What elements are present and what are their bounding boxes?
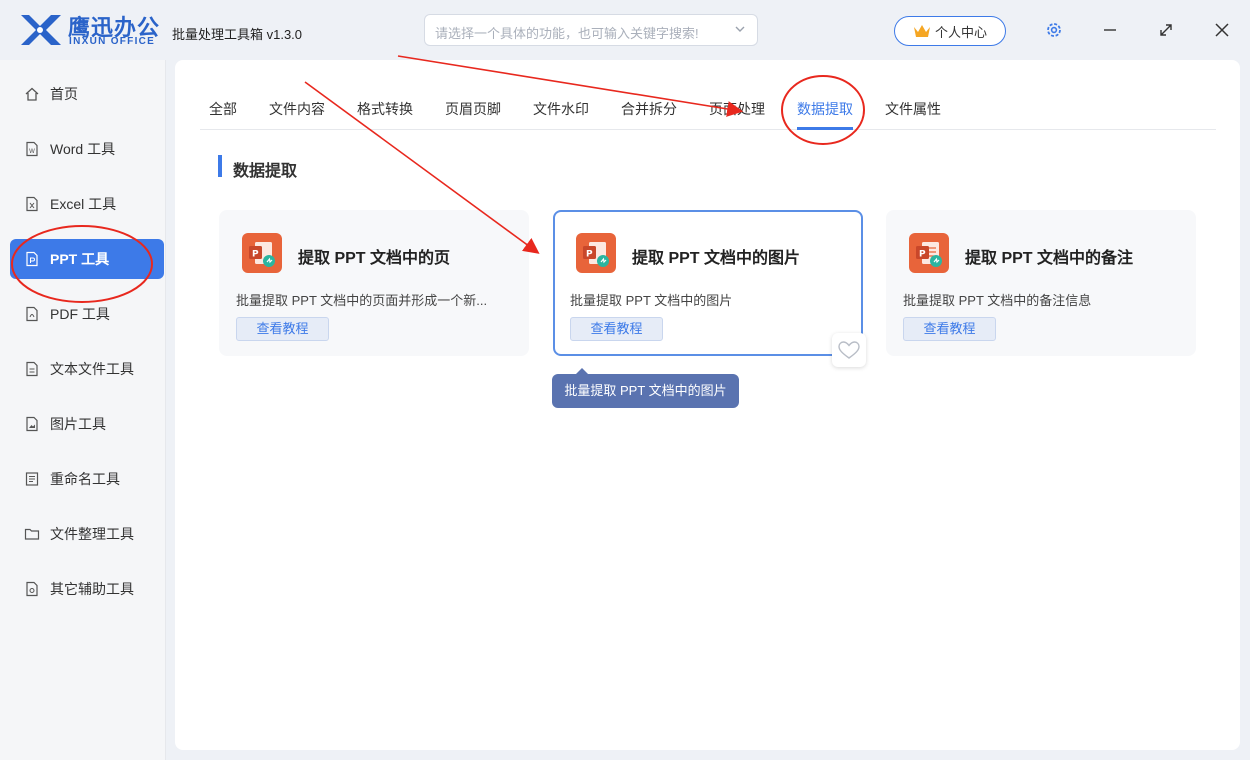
section-title: 数据提取 [233,163,298,180]
card-description: 批量提取 PPT 文档中的页面并形成一个新... [236,293,488,308]
card-description: 批量提取 PPT 文档中的图片 [570,293,733,308]
tab-file-properties[interactable]: 文件属性 [885,99,941,119]
crown-icon [913,25,930,37]
card-title: 提取 PPT 文档中的备注 [965,250,1134,267]
title-bar: 鹰迅办公 INXUN OFFICE 批量处理工具箱 v1.3.0 请选择一个具体… [0,0,1250,60]
tab-merge-split[interactable]: 合并拆分 [621,99,677,119]
svg-text:P: P [919,250,926,260]
inxun-logo-icon [21,15,61,45]
sidebar-item-label: Excel 工具 [50,196,117,212]
tab-data-extract[interactable]: 数据提取 [797,99,853,119]
tab-page-process[interactable]: 页面处理 [709,99,765,119]
sidebar-item-label: PDF 工具 [50,306,110,322]
svg-text:W: W [29,148,35,155]
ppt-file-icon [26,251,38,267]
image-file-icon [26,416,38,432]
favorite-button[interactable] [832,333,866,367]
tool-card-extract-pages[interactable]: P 提取 PPT 文档中的页 批量提取 PPT 文档中的页面并形成一个新... … [219,210,529,356]
sidebar-item-organize[interactable]: 文件整理工具 [10,514,164,554]
ppt-tool-icon: P [909,233,949,273]
excel-file-icon [26,196,38,212]
folder-icon [24,528,40,540]
tab-all[interactable]: 全部 [209,99,237,119]
sidebar-item-label: 图片工具 [50,416,106,432]
close-icon[interactable] [1212,20,1232,40]
gear-icon[interactable] [1044,20,1064,40]
search-placeholder: 请选择一个具体的功能，也可输入关键字搜索! [435,26,699,41]
tab-format-convert[interactable]: 格式转换 [357,99,413,119]
pdf-file-icon [26,306,38,322]
sidebar-item-word[interactable]: W Word 工具 [10,129,164,169]
sidebar-item-label: 文本文件工具 [50,361,134,377]
rename-icon [25,472,39,486]
tool-card-extract-images[interactable]: P 提取 PPT 文档中的图片 批量提取 PPT 文档中的图片 查看教程 [553,210,863,356]
active-tab-indicator [797,127,853,130]
home-icon [25,87,39,101]
sidebar-item-text[interactable]: 文本文件工具 [10,349,164,389]
card-tooltip: 批量提取 PPT 文档中的图片 [552,368,739,408]
view-tutorial-button[interactable]: 查看教程 [903,317,996,341]
tool-card-extract-notes[interactable]: P 提取 PPT 文档中的备注 批量提取 PPT 文档中的备注信息 查看教程 [886,210,1196,356]
sidebar-item-label: Word 工具 [50,141,116,157]
sidebar-item-label: 文件整理工具 [50,526,134,542]
app-title: 批量处理工具箱 v1.3.0 [172,27,303,42]
svg-text:P: P [252,250,259,260]
svg-text:P: P [586,250,593,260]
category-tabs: 全部 文件内容 格式转换 页眉页脚 文件水印 合并拆分 页面处理 数据提取 文件… [200,90,1216,130]
ppt-tool-icon: P [576,233,616,273]
tab-header-footer[interactable]: 页眉页脚 [445,99,501,119]
sidebar-item-rename[interactable]: 重命名工具 [10,459,164,499]
heart-icon [838,341,860,359]
word-file-icon: W [26,141,38,157]
maximize-icon[interactable] [1156,20,1176,40]
sidebar-item-excel[interactable]: Excel 工具 [10,184,164,224]
view-tutorial-button[interactable]: 查看教程 [570,317,663,341]
sidebar-item-ppt[interactable]: PPT 工具 [10,239,164,279]
sidebar-item-label: 首页 [50,86,78,102]
card-title: 提取 PPT 文档中的图片 [632,250,801,267]
text-file-icon [26,361,38,377]
sidebar-item-home[interactable]: 首页 [10,74,164,114]
sidebar-item-label: 重命名工具 [50,471,120,487]
sidebar-item-misc[interactable]: 其它辅助工具 [10,569,164,609]
sidebar-item-label: 其它辅助工具 [50,581,134,597]
section-accent-bar [218,155,222,177]
minimize-icon[interactable] [1100,20,1120,40]
misc-tool-icon [26,581,38,597]
ppt-tool-icon: P [242,233,282,273]
user-center-label: 个人中心 [934,24,987,40]
chevron-down-icon[interactable] [733,22,747,36]
user-center-button[interactable]: 个人中心 [894,16,1006,46]
sidebar-item-pdf[interactable]: PDF 工具 [10,294,164,334]
card-title: 提取 PPT 文档中的页 [298,250,451,267]
brand-name-en: INXUN OFFICE [69,36,156,47]
sidebar: 首页 W Word 工具 Excel 工具 PPT 工具 PDF 工具 文本文件… [0,60,166,760]
tab-file-content[interactable]: 文件内容 [269,99,325,119]
view-tutorial-button[interactable]: 查看教程 [236,317,329,341]
sidebar-item-label: PPT 工具 [50,251,110,267]
card-description: 批量提取 PPT 文档中的备注信息 [903,293,1092,308]
search-input[interactable]: 请选择一个具体的功能，也可输入关键字搜索! [424,14,758,46]
tab-watermark[interactable]: 文件水印 [533,99,589,119]
sidebar-item-image[interactable]: 图片工具 [10,404,164,444]
